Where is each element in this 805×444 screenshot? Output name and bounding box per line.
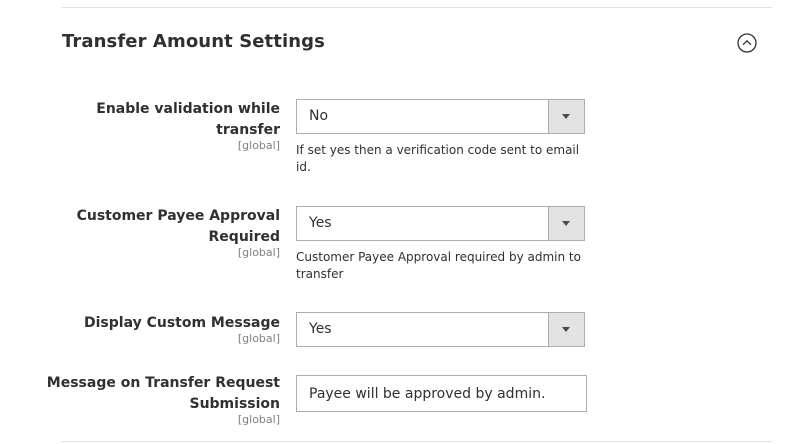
transfer-request-message-input[interactable] [296,375,587,412]
display-custom-message-value: Yes [309,321,332,337]
chevron-up-circle-icon [737,33,757,53]
dropdown-arrow-icon[interactable] [548,207,584,240]
customer-payee-approval-select[interactable]: Yes [296,206,585,241]
customer-payee-approval-value: Yes [309,215,332,231]
display-custom-message-select[interactable]: Yes [296,312,585,347]
section-title: Transfer Amount Settings [62,31,325,52]
transfer-request-message-label: Message on Transfer Request Submission [46,375,280,412]
customer-payee-approval-note: Customer Payee Approval required by admi… [296,250,581,281]
enable-validation-label: Enable validation while transfer [96,101,280,138]
section-bottom-divider [61,441,772,442]
customer-payee-approval-label: Customer Payee Approval Required [76,208,280,245]
enable-validation-select[interactable]: No [296,99,585,134]
enable-validation-scope: [global] [237,139,280,152]
dropdown-arrow-icon[interactable] [548,313,584,346]
enable-validation-value: No [309,108,329,124]
display-custom-message-scope: [global] [237,332,280,345]
enable-validation-note: If set yes then a verification code sent… [296,143,580,174]
transfer-request-message-scope: [global] [237,413,280,426]
section-top-divider [61,7,772,8]
dropdown-arrow-icon[interactable] [548,100,584,133]
customer-payee-approval-scope: [global] [237,246,280,259]
collapse-section-button[interactable] [737,33,757,53]
display-custom-message-label: Display Custom Message [84,315,280,331]
